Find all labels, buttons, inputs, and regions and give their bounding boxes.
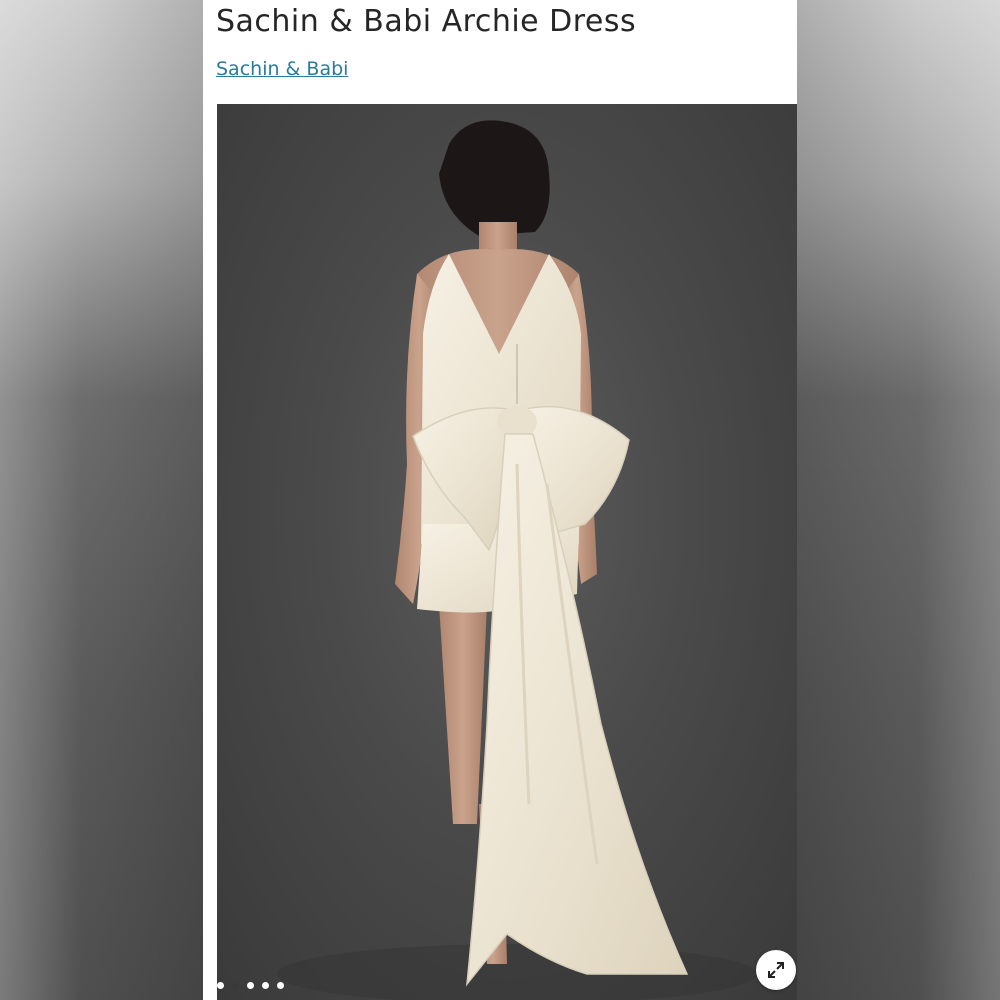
product-title: Sachin & Babi Archie Dress: [216, 4, 637, 39]
hair: [439, 120, 550, 236]
brand-link[interactable]: Sachin & Babi: [216, 56, 348, 82]
dress-illustration: [277, 120, 757, 1000]
expand-arrows-icon: [768, 962, 784, 978]
blurred-backdrop-left: [0, 0, 203, 1000]
carousel-dot-active[interactable]: [232, 982, 239, 989]
product-panel: Sachin & Babi Archie Dress Sachin & Babi: [203, 0, 797, 1000]
carousel-dot[interactable]: [262, 982, 269, 989]
product-photo[interactable]: [217, 104, 797, 1000]
carousel-dots: [217, 982, 284, 989]
blurred-backdrop-right: [797, 0, 1000, 1000]
carousel-dot[interactable]: [217, 982, 224, 989]
expand-image-button[interactable]: [756, 950, 796, 990]
carousel-dot[interactable]: [277, 982, 284, 989]
carousel-dot[interactable]: [247, 982, 254, 989]
